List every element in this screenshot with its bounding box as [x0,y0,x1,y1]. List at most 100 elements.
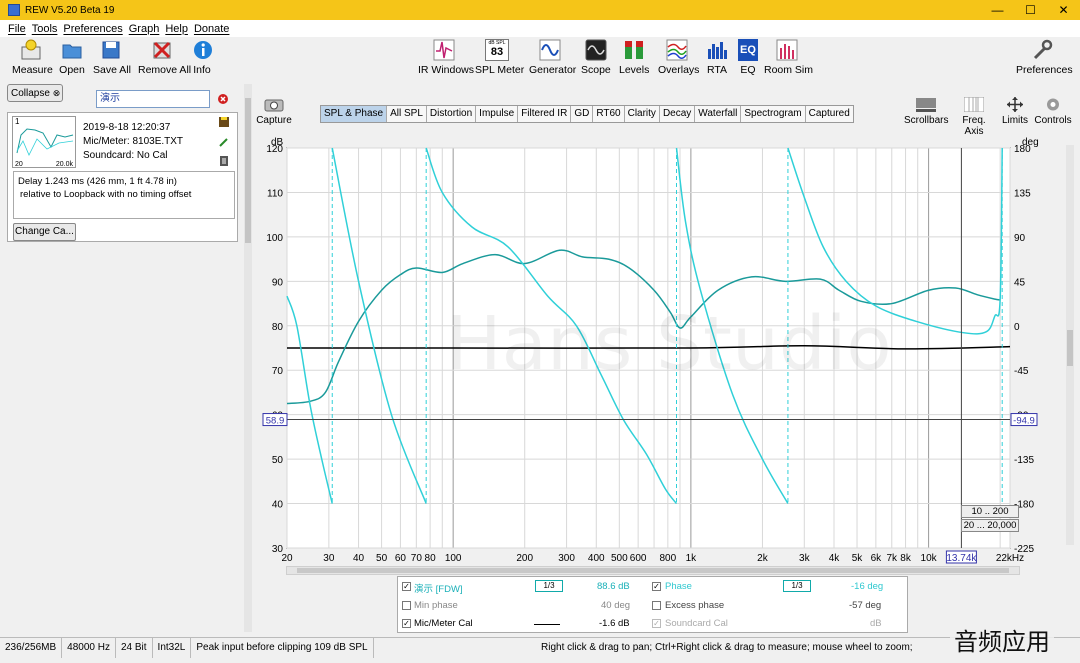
menu-preferences[interactable]: Preferences [63,23,122,35]
wrench-icon [1031,39,1053,61]
status-peak-input: Peak input before clipping 109 dB SPL [191,637,374,658]
measurement-name-input[interactable]: 演示 [96,90,210,108]
measure-button[interactable]: Measure [12,39,53,76]
info-button[interactable]: Info [192,39,212,76]
spl-trace-name: 演示 [FDW] [414,584,463,595]
ir-windows-icon [433,39,455,61]
ir-windows-button[interactable]: IR Windows [418,39,474,76]
min-phase-value: 40 deg [601,600,631,611]
status-format: Int32L [153,637,192,658]
graph-horizontal-scrollbar[interactable] [286,566,1020,575]
edit-notes-icon[interactable] [219,137,229,147]
measure-icon [20,39,42,61]
x-tick-label: 100 [445,553,462,564]
panel-scrollbar-thumb[interactable] [245,98,251,243]
room-sim-icon [776,39,798,61]
y2-tick-label: 45 [1014,277,1026,288]
rta-button[interactable]: RTA [706,39,728,76]
tab-spl-phase[interactable]: SPL & Phase [321,106,388,122]
tab-gd[interactable]: GD [571,106,594,122]
eq-button[interactable]: EQ EQ [738,39,758,76]
y-tick-label: 70 [272,366,284,377]
camera-icon [264,97,284,112]
soundcard-cal-value: dB [870,618,882,629]
mic-cal-checkbox[interactable]: ✓ [402,619,411,628]
scope-button[interactable]: Scope [581,39,611,76]
rta-icon [706,39,728,61]
phase-trace-value: -16 deg [851,581,884,592]
spl-meter-button[interactable]: dB SPL 83 SPL Meter [475,39,524,76]
collapse-button[interactable]: Collapse ⊗ [7,84,63,102]
cursor-left-value: 58.9 [266,416,285,427]
tab-decay[interactable]: Decay [660,106,696,122]
save-measurement-icon[interactable] [219,117,229,127]
graph-vertical-scrollbar-thumb[interactable] [1067,330,1073,366]
x-tick-label: 1k [686,553,698,564]
x-tick-label: 7k [886,553,898,564]
save-all-button[interactable]: Save All [93,39,131,76]
x-tick-label: 40 [353,553,365,564]
notes-icon[interactable] [219,156,229,166]
x-tick-label: 22kHz [996,553,1024,564]
title-bar: REW V5.20 Beta 19 — ☐ ✕ [0,0,1080,20]
menu-graph[interactable]: Graph [129,23,160,35]
graph-horizontal-scrollbar-thumb[interactable] [297,568,1009,573]
close-button[interactable]: ✕ [1047,0,1080,20]
excess-phase-checkbox[interactable] [652,601,661,610]
soundcard-cal-checkbox[interactable]: ✓ [652,619,661,628]
range-button-20-20000[interactable]: 20 ... 20,000 [961,519,1019,532]
maximize-button[interactable]: ☐ [1014,0,1047,20]
tab-captured[interactable]: Captured [806,106,853,122]
generator-button[interactable]: Generator [529,39,576,76]
graph-vertical-scrollbar[interactable] [1066,145,1074,545]
spl-smoothing-button[interactable]: 1/3 [535,580,563,592]
tab-spectrogram[interactable]: Spectrogram [741,106,806,122]
limits-button[interactable]: Limits [1000,97,1030,126]
panel-scrollbar[interactable] [244,84,252,632]
change-cal-button[interactable]: Change Ca... [13,223,76,241]
capture-button[interactable]: Capture [256,97,292,126]
main-toolbar: Measure Open Save All Remove All Info IR… [0,37,1080,81]
tab-impulse[interactable]: Impulse [476,106,519,122]
remove-all-button[interactable]: Remove All [138,39,191,76]
room-sim-button[interactable]: Room Sim [764,39,813,76]
phase-checkbox[interactable]: ✓ [652,582,661,591]
menu-donate[interactable]: Donate [194,23,229,35]
spl-checkbox[interactable]: ✓ [402,582,411,591]
info-icon [192,39,214,61]
y2-tick-label: 135 [1014,188,1031,199]
tab-filtered-ir[interactable]: Filtered IR [518,106,572,122]
x-tick-label: 60 [395,553,407,564]
tab-distortion[interactable]: Distortion [427,106,477,122]
controls-button[interactable]: Controls [1034,97,1072,126]
levels-button[interactable]: Levels [619,39,649,76]
menu-tools[interactable]: Tools [32,23,58,35]
measurement-info: 2019-8-18 12:20:37 Mic/Meter: 8103E.TXT … [83,121,183,163]
range-button-10-200[interactable]: 10 .. 200 [961,505,1019,518]
min-phase-checkbox[interactable] [402,601,411,610]
x-tick-label: 3k [799,553,811,564]
open-button[interactable]: Open [58,39,86,76]
status-bar: 236/256MB 48000 Hz 24 Bit Int32L Peak in… [0,637,1080,658]
tab-rt60[interactable]: RT60 [593,106,625,122]
scrollbars-button[interactable]: Scrollbars [904,97,948,126]
overlay-caption: 音频应用 [950,622,1054,657]
menu-file[interactable]: File [8,23,26,35]
mic-cal-line-swatch [534,624,560,625]
x-tick-label: 80 [425,553,437,564]
x-tick-label: 800 [659,553,676,564]
menu-help[interactable]: Help [165,23,188,35]
minimize-button[interactable]: — [981,0,1014,20]
preferences-button[interactable]: Preferences [1016,39,1073,76]
tab-waterfall[interactable]: Waterfall [695,106,742,122]
y2-axis-unit: deg [1022,137,1039,148]
tab-clarity[interactable]: Clarity [625,106,660,122]
phase-smoothing-button[interactable]: 1/3 [783,580,811,592]
x-tick-label: 2k [757,553,769,564]
measurement-card[interactable]: 1 20 20.0k 2019-8-18 12:20:37 Mic/Meter:… [7,112,238,242]
tab-all-spl[interactable]: All SPL [387,106,427,122]
watermark-text: Hans Studio [446,301,892,387]
overlays-button[interactable]: Overlays [658,39,699,76]
delete-measurement-icon[interactable] [218,94,228,104]
freq-axis-icon [963,96,985,113]
